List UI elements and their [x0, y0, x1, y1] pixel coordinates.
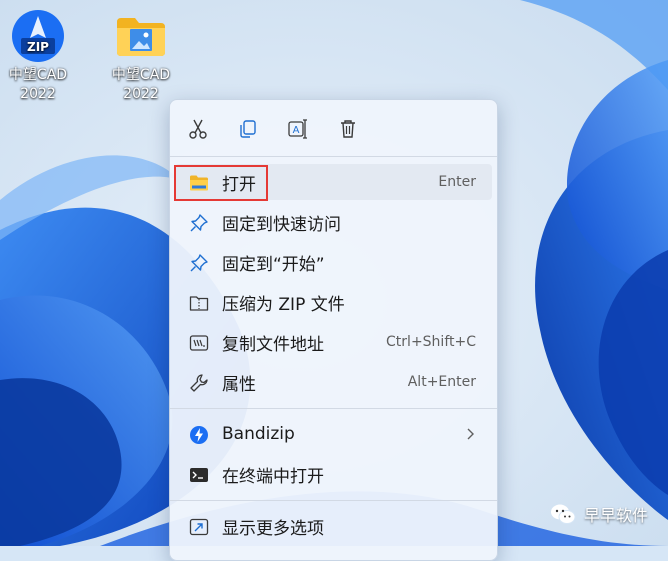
zip-folder-icon — [189, 296, 209, 311]
menu-item-label: 属性 — [222, 374, 256, 395]
scissors-icon — [189, 119, 207, 139]
desktop-icon-label: 中望CAD — [111, 67, 171, 83]
menu-item-label: 打开 — [222, 174, 256, 195]
menu-item-copy-path[interactable]: 复制文件地址 Ctrl+Shift+C — [175, 324, 492, 360]
menu-item-properties[interactable]: 属性 Alt+Enter — [175, 364, 492, 400]
copy-icon — [240, 120, 256, 138]
menu-item-label: Bandizip — [222, 424, 295, 444]
folder-icon — [117, 18, 165, 56]
wrench-icon — [190, 374, 208, 392]
desktop-icon-label-year: 2022 — [20, 86, 56, 102]
separator — [170, 408, 497, 409]
context-menu: A 打开 Enter 固定到快速访问 固定到“开始” 压缩为 ZIP 文件 复制… — [169, 99, 498, 561]
delete-button[interactable] — [332, 113, 364, 145]
watermark-text: 早早软件 — [583, 506, 648, 525]
menu-item-bandizip[interactable]: Bandizip — [175, 416, 492, 452]
desktop-icon-zip[interactable]: ZIP 中望CAD 2022 — [0, 8, 82, 104]
folder-open-icon — [190, 175, 208, 191]
menu-item-open-terminal[interactable]: 在终端中打开 — [175, 456, 492, 492]
rename-button[interactable]: A — [282, 113, 314, 145]
menu-item-show-more[interactable]: 显示更多选项 — [175, 508, 492, 544]
menu-item-shortcut: Enter — [438, 174, 476, 190]
menu-item-pin-start[interactable]: 固定到“开始” — [175, 244, 492, 280]
menu-item-label: 压缩为 ZIP 文件 — [222, 294, 345, 315]
separator — [170, 156, 497, 157]
show-more-icon — [189, 518, 209, 536]
menu-item-shortcut: Alt+Enter — [407, 374, 476, 390]
menu-item-label: 显示更多选项 — [222, 518, 324, 539]
menu-item-compress-zip[interactable]: 压缩为 ZIP 文件 — [175, 284, 492, 320]
pin-icon — [190, 214, 208, 232]
menu-item-label: 在终端中打开 — [222, 466, 324, 487]
menu-item-label: 固定到快速访问 — [222, 214, 341, 235]
watermark: 早早软件 — [550, 502, 648, 526]
desktop-icon-label: 中望CAD — [8, 67, 68, 83]
zip-archive-icon: ZIP — [12, 10, 64, 62]
cut-button[interactable] — [182, 113, 214, 145]
copy-path-icon — [189, 335, 209, 351]
menu-item-label: 复制文件地址 — [222, 334, 324, 355]
copy-button[interactable] — [232, 113, 264, 145]
svg-text:ZIP: ZIP — [27, 40, 49, 54]
menu-item-pin-quick-access[interactable]: 固定到快速访问 — [175, 204, 492, 240]
svg-text:A: A — [293, 125, 300, 136]
separator — [170, 500, 497, 501]
bandizip-icon — [190, 426, 208, 444]
wechat-icon — [550, 504, 576, 524]
chevron-right-icon — [467, 428, 474, 440]
menu-item-label: 固定到“开始” — [222, 254, 325, 275]
desktop-icon-folder[interactable]: 中望CAD 2022 — [97, 8, 185, 104]
menu-item-shortcut: Ctrl+Shift+C — [386, 334, 476, 350]
rename-icon: A — [288, 119, 307, 139]
context-menu-toolbar: A — [170, 100, 497, 156]
pin-icon — [190, 254, 208, 272]
trash-icon — [341, 120, 355, 138]
menu-item-open[interactable]: 打开 Enter — [175, 164, 492, 200]
terminal-icon — [190, 468, 208, 482]
